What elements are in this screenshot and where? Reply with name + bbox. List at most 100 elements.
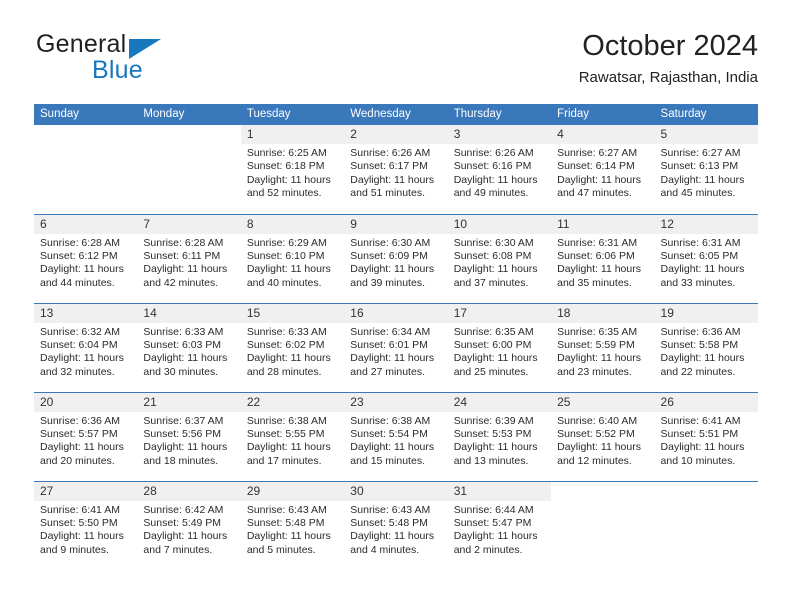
calendar-day-cell[interactable]: 17 Sunrise: 6:35 AM Sunset: 6:00 PM Dayligh… <box>447 302 552 392</box>
day-number: 31 <box>447 481 552 501</box>
day-number: 18 <box>551 303 655 323</box>
calendar-day-cell[interactable]: 11 Sunrise: 6:31 AM Sunset: 6:06 PM Dayligh… <box>551 213 655 303</box>
day-sun-info: Sunrise: 6:30 AM Sunset: 6:09 PM Daylight:… <box>344 234 447 291</box>
day-number: 24 <box>447 392 552 412</box>
calendar-day-cell[interactable]: 22 Sunrise: 6:38 AM Sunset: 5:55 PM Dayligh… <box>240 391 345 481</box>
sunset-time: Sunset: 5:47 PM <box>453 516 532 529</box>
calendar-week-row: 1 Sunrise: 6:25 AM Sunset: 6:18 PM Daylight… <box>34 125 758 214</box>
day-cell-content <box>655 482 758 571</box>
calendar-day-cell[interactable]: 4 Sunrise: 6:27 AM Sunset: 6:14 PM Daylight… <box>551 125 655 214</box>
calendar-day-cell[interactable]: 1 Sunrise: 6:25 AM Sunset: 6:18 PM Daylight… <box>240 125 345 214</box>
weekday-header-thursday: Thursday <box>447 104 552 125</box>
day-number: 30 <box>344 481 448 501</box>
day-sun-info: Sunrise: 6:41 AM Sunset: 5:51 PM Daylight:… <box>655 412 758 469</box>
sunrise-time: Sunrise: 6:44 AM <box>453 503 534 516</box>
calendar-day-cell[interactable]: 30 Sunrise: 6:43 AM Sunset: 5:48 PM Dayligh… <box>344 480 448 570</box>
day-cell-content <box>551 482 654 571</box>
sunset-time: Sunset: 5:58 PM <box>660 338 739 351</box>
sunrise-time: Sunrise: 6:39 AM <box>453 414 534 427</box>
day-sun-info: Sunrise: 6:37 AM Sunset: 5:56 PM Daylight:… <box>137 412 240 469</box>
daylight-duration-line2: and 37 minutes. <box>453 276 529 289</box>
calendar-day-cell[interactable]: 23 Sunrise: 6:38 AM Sunset: 5:54 PM Dayligh… <box>344 391 448 481</box>
calendar-day-cell[interactable]: 15 Sunrise: 6:33 AM Sunset: 6:02 PM Dayligh… <box>240 302 345 392</box>
general-blue-logo[interactable]: General Blue <box>34 28 254 90</box>
day-cell-content: 3 Sunrise: 6:26 AM Sunset: 6:16 PM Daylight… <box>447 125 552 214</box>
day-number <box>34 125 137 144</box>
day-cell-content: 4 Sunrise: 6:27 AM Sunset: 6:14 PM Daylight… <box>551 125 655 214</box>
daylight-duration-line2: and 51 minutes. <box>350 187 425 200</box>
daylight-duration-line2: and 47 minutes. <box>557 187 632 200</box>
day-number: 8 <box>240 214 345 234</box>
calendar-day-cell[interactable]: 13 Sunrise: 6:32 AM Sunset: 6:04 PM Dayligh… <box>34 302 138 392</box>
weekday-header-friday: Friday <box>551 104 655 125</box>
daylight-duration-line1: Daylight: 11 hours <box>143 441 228 454</box>
day-number: 20 <box>34 392 138 412</box>
daylight-duration-line2: and 42 minutes. <box>143 276 219 289</box>
day-number <box>655 482 758 501</box>
calendar-day-cell[interactable]: 10 Sunrise: 6:30 AM Sunset: 6:08 PM Dayligh… <box>447 213 552 303</box>
daylight-duration-line1: Daylight: 11 hours <box>350 263 435 276</box>
daylight-duration-line1: Daylight: 11 hours <box>246 441 331 454</box>
sunrise-time: Sunrise: 6:29 AM <box>246 236 327 249</box>
calendar-day-cell <box>137 125 240 214</box>
sunset-time: Sunset: 5:57 PM <box>40 427 118 440</box>
day-number: 10 <box>447 214 552 234</box>
sunrise-time: Sunrise: 6:26 AM <box>453 147 534 159</box>
page-title: October 2024 <box>582 30 758 62</box>
calendar-day-cell[interactable]: 24 Sunrise: 6:39 AM Sunset: 5:53 PM Dayligh… <box>447 391 552 481</box>
calendar-day-cell[interactable]: 14 Sunrise: 6:33 AM Sunset: 6:03 PM Dayligh… <box>137 302 241 392</box>
calendar-day-cell[interactable]: 18 Sunrise: 6:35 AM Sunset: 5:59 PM Dayligh… <box>551 302 655 392</box>
daylight-duration-line1: Daylight: 11 hours <box>246 530 331 543</box>
daylight-duration-line2: and 17 minutes. <box>246 454 322 467</box>
calendar-day-cell[interactable]: 21 Sunrise: 6:37 AM Sunset: 5:56 PM Dayligh… <box>137 391 241 481</box>
daylight-duration-line2: and 30 minutes. <box>143 365 219 378</box>
calendar-day-cell[interactable]: 3 Sunrise: 6:26 AM Sunset: 6:16 PM Daylight… <box>447 125 552 214</box>
day-sun-info <box>551 501 654 504</box>
daylight-duration-line1: Daylight: 11 hours <box>557 263 641 276</box>
daylight-duration-line2: and 22 minutes. <box>660 365 736 378</box>
day-number: 6 <box>34 214 138 234</box>
calendar-day-cell[interactable]: 8 Sunrise: 6:29 AM Sunset: 6:10 PM Daylight… <box>240 213 345 303</box>
day-cell-content: 24 Sunrise: 6:39 AM Sunset: 5:53 PM Dayligh… <box>447 392 552 481</box>
daylight-duration-line1: Daylight: 11 hours <box>350 352 435 365</box>
day-cell-content: 8 Sunrise: 6:29 AM Sunset: 6:10 PM Daylight… <box>240 214 345 303</box>
daylight-duration-line2: and 35 minutes. <box>557 276 632 289</box>
day-sun-info: Sunrise: 6:28 AM Sunset: 6:11 PM Daylight:… <box>137 234 240 291</box>
sunset-time: Sunset: 6:00 PM <box>453 338 532 351</box>
daylight-duration-line2: and 39 minutes. <box>350 276 425 289</box>
daylight-duration-line2: and 44 minutes. <box>40 276 115 289</box>
calendar-day-cell[interactable]: 6 Sunrise: 6:28 AM Sunset: 6:12 PM Daylight… <box>34 213 138 303</box>
calendar-day-cell[interactable]: 16 Sunrise: 6:34 AM Sunset: 6:01 PM Dayligh… <box>344 302 448 392</box>
weekday-header-sunday: Sunday <box>34 104 138 125</box>
sunrise-time: Sunrise: 6:34 AM <box>350 325 431 338</box>
day-sun-info: Sunrise: 6:36 AM Sunset: 5:58 PM Daylight:… <box>655 323 758 380</box>
calendar-day-cell[interactable]: 7 Sunrise: 6:28 AM Sunset: 6:11 PM Daylight… <box>137 213 241 303</box>
daylight-duration-line1: Daylight: 11 hours <box>246 173 331 186</box>
calendar-day-cell[interactable]: 20 Sunrise: 6:36 AM Sunset: 5:57 PM Dayligh… <box>34 391 138 481</box>
calendar-day-cell[interactable]: 25 Sunrise: 6:40 AM Sunset: 5:52 PM Dayligh… <box>551 391 655 481</box>
day-number: 7 <box>137 214 241 234</box>
daylight-duration-line2: and 49 minutes. <box>453 187 529 200</box>
calendar-day-cell[interactable]: 27 Sunrise: 6:41 AM Sunset: 5:50 PM Dayligh… <box>34 480 138 570</box>
daylight-duration-line1: Daylight: 11 hours <box>40 263 124 276</box>
daylight-duration-line2: and 2 minutes. <box>453 543 523 556</box>
calendar-day-cell[interactable]: 28 Sunrise: 6:42 AM Sunset: 5:49 PM Dayligh… <box>137 480 241 570</box>
logo-text-general: General <box>36 30 127 58</box>
day-cell-content: 20 Sunrise: 6:36 AM Sunset: 5:57 PM Dayligh… <box>34 392 138 481</box>
calendar-day-cell[interactable]: 26 Sunrise: 6:41 AM Sunset: 5:51 PM Dayligh… <box>654 391 758 481</box>
calendar-day-cell[interactable]: 19 Sunrise: 6:36 AM Sunset: 5:58 PM Dayligh… <box>654 302 758 392</box>
day-cell-content: 17 Sunrise: 6:35 AM Sunset: 6:00 PM Dayligh… <box>447 303 552 392</box>
calendar-day-cell[interactable]: 5 Sunrise: 6:27 AM Sunset: 6:13 PM Daylight… <box>654 125 758 214</box>
calendar-day-cell[interactable]: 9 Sunrise: 6:30 AM Sunset: 6:09 PM Daylight… <box>344 213 448 303</box>
calendar-day-cell[interactable]: 31 Sunrise: 6:44 AM Sunset: 5:47 PM Dayligh… <box>447 480 552 570</box>
calendar-day-cell[interactable]: 2 Sunrise: 6:26 AM Sunset: 6:17 PM Daylight… <box>344 125 448 214</box>
calendar-day-cell[interactable]: 12 Sunrise: 6:31 AM Sunset: 6:05 PM Dayligh… <box>654 213 758 303</box>
calendar-day-cell[interactable]: 29 Sunrise: 6:43 AM Sunset: 5:48 PM Dayligh… <box>240 480 345 570</box>
day-cell-content: 7 Sunrise: 6:28 AM Sunset: 6:11 PM Daylight… <box>137 214 241 303</box>
sunrise-time: Sunrise: 6:30 AM <box>453 236 534 249</box>
day-cell-content: 26 Sunrise: 6:41 AM Sunset: 5:51 PM Dayligh… <box>654 392 758 481</box>
day-cell-content: 16 Sunrise: 6:34 AM Sunset: 6:01 PM Dayligh… <box>344 303 448 392</box>
daylight-duration-line2: and 4 minutes. <box>350 543 420 556</box>
sunset-time: Sunset: 6:10 PM <box>246 249 325 262</box>
day-number: 28 <box>137 481 241 501</box>
